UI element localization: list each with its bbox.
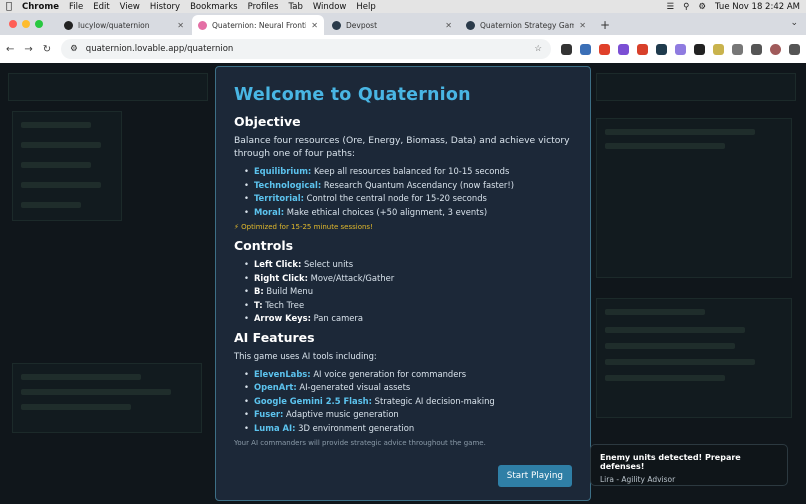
tab-title: Quaternion: Neural Frontier | — [212, 20, 307, 30]
close-tab-icon[interactable]: ✕ — [311, 21, 318, 30]
avatar[interactable] — [770, 43, 781, 55]
menu-edit[interactable]: Edit — [93, 2, 109, 12]
list-item: B: Build Menu — [244, 285, 572, 299]
window-controls — [9, 20, 43, 28]
list-item: Equilibrium: Keep all resources balanced… — [244, 165, 572, 179]
tab-quaternion-game[interactable]: Quaternion: Neural Frontier | ✕ — [192, 15, 324, 35]
background-advisor-panel — [12, 363, 202, 433]
extension-icon[interactable] — [637, 43, 648, 55]
list-item: ElevenLabs: AI voice generation for comm… — [244, 368, 572, 382]
extensions-area — [561, 43, 800, 55]
ai-features-heading: AI Features — [234, 329, 315, 345]
ai-tools-list: ElevenLabs: AI voice generation for comm… — [234, 368, 572, 436]
menu-profiles[interactable]: Profiles — [248, 2, 279, 12]
optimized-note: ⚡ Optimized for 15-25 minute sessions! — [234, 223, 373, 231]
toast-message: Enemy units detected! Prepare defenses! — [600, 453, 741, 471]
toast-sender: Lira - Agility Advisor — [600, 475, 676, 484]
list-item: OpenArt: AI-generated visual assets — [244, 381, 572, 395]
menu-help[interactable]: Help — [356, 2, 375, 12]
close-tab-icon[interactable]: ✕ — [579, 21, 586, 30]
extension-icon[interactable] — [656, 43, 667, 55]
forward-icon[interactable]: → — [24, 44, 32, 55]
tab-search-icon[interactable]: ⌄ — [790, 18, 798, 28]
extension-icon[interactable] — [599, 43, 610, 55]
tab-github[interactable]: lucylow/quaternion ✕ — [58, 15, 190, 35]
close-window-button[interactable] — [9, 20, 17, 28]
macos-menu-bar:  Chrome File Edit View History Bookmark… — [0, 0, 806, 13]
controls-heading: Controls — [234, 238, 294, 253]
tab-title: lucylow/quaternion — [78, 20, 150, 30]
modal-title: Welcome to Quaternion — [234, 85, 471, 105]
objective-heading: Objective — [234, 114, 301, 129]
site-info-icon[interactable]: ⚙ — [70, 44, 78, 54]
clock[interactable]: Tue Nov 18 2:42 AM — [715, 2, 800, 12]
search-icon[interactable]: ⚲ — [683, 2, 689, 12]
close-tab-icon[interactable]: ✕ — [177, 21, 184, 30]
menu-view[interactable]: View — [120, 2, 140, 12]
app-menu-name[interactable]: Chrome — [22, 2, 59, 12]
tab-title: Quaternion Strategy Game | D — [480, 20, 575, 30]
lovable-icon — [198, 20, 207, 30]
browser-chrome: lucylow/quaternion ✕ Quaternion: Neural … — [0, 13, 806, 63]
extension-icon[interactable] — [694, 43, 705, 55]
zoom-window-button[interactable] — [35, 20, 43, 28]
puzzle-icon[interactable] — [732, 43, 743, 55]
ai-intro-text: This game uses AI tools including: — [234, 350, 377, 361]
devpost-icon — [466, 20, 475, 30]
address-bar[interactable]: ⚙ quaternion.lovable.app/quaternion ☆ — [61, 39, 551, 59]
start-playing-button[interactable]: Start Playing — [497, 465, 572, 487]
tab-devpost[interactable]: Devpost ✕ — [326, 15, 458, 35]
list-item: Left Click: Select units — [244, 258, 572, 272]
bookmark-star-icon[interactable]: ☆ — [534, 44, 542, 54]
extension-icon[interactable] — [618, 43, 629, 55]
list-item: Right Click: Move/Attack/Gather — [244, 272, 572, 286]
devpost-icon — [332, 20, 341, 30]
extension-icon[interactable] — [713, 43, 724, 55]
apple-icon[interactable]:  — [6, 1, 12, 12]
list-item: Territorial: Control the central node fo… — [244, 192, 572, 206]
menu-kebab-icon[interactable] — [789, 43, 800, 55]
list-item: Fuser: Adaptive music generation — [244, 408, 572, 422]
reload-icon[interactable]: ↻ — [43, 44, 51, 55]
url-text[interactable]: quaternion.lovable.app/quaternion — [86, 44, 234, 54]
ai-footer-text: Your AI commanders will provide strategi… — [234, 439, 486, 447]
control-center-icon[interactable]: ⚙ — [698, 2, 706, 12]
game-viewport: Welcome to Quaternion Objective Balance … — [0, 63, 806, 504]
toolbar: ← → ↻ ⚙ quaternion.lovable.app/quaternio… — [0, 35, 806, 63]
welcome-modal: Welcome to Quaternion Objective Balance … — [215, 66, 591, 501]
menu-bookmarks[interactable]: Bookmarks — [190, 2, 238, 12]
background-stats-panel — [596, 73, 796, 101]
advisor-toast[interactable]: Enemy units detected! Prepare defenses! … — [590, 444, 788, 486]
list-item: T: Tech Tree — [244, 299, 572, 313]
list-item: Moral: Make ethical choices (+50 alignme… — [244, 206, 572, 220]
extension-icon[interactable] — [580, 43, 591, 55]
controls-list: Left Click: Select units Right Click: Mo… — [234, 258, 572, 326]
victory-paths-list: Equilibrium: Keep all resources balanced… — [234, 165, 572, 219]
list-item: Luma AI: 3D environment generation — [244, 422, 572, 436]
menu-file[interactable]: File — [69, 2, 83, 12]
objective-text: Balance four resources (Ore, Energy, Bio… — [234, 135, 570, 159]
list-item: Technological: Research Quantum Ascendan… — [244, 179, 572, 193]
tab-title: Devpost — [346, 20, 378, 30]
extension-icon[interactable] — [561, 43, 572, 55]
background-objective-panel — [596, 118, 792, 278]
wifi-icon[interactable]: ☰ — [667, 2, 675, 12]
menu-tab[interactable]: Tab — [288, 2, 302, 12]
tab-quaternion-devpost[interactable]: Quaternion Strategy Game | D ✕ — [460, 15, 592, 35]
background-header-panel — [8, 73, 208, 101]
tab-strip: lucylow/quaternion ✕ Quaternion: Neural … — [0, 13, 806, 35]
list-item: Arrow Keys: Pan camera — [244, 312, 572, 326]
list-item: Google Gemini 2.5 Flash: Strategic AI de… — [244, 395, 572, 409]
menu-window[interactable]: Window — [313, 2, 347, 12]
close-tab-icon[interactable]: ✕ — [445, 21, 452, 30]
download-icon[interactable] — [751, 43, 762, 55]
github-icon — [64, 20, 73, 30]
menu-history[interactable]: History — [150, 2, 180, 12]
background-resource-panel — [12, 111, 122, 221]
back-icon[interactable]: ← — [6, 44, 14, 55]
minimize-window-button[interactable] — [22, 20, 30, 28]
new-tab-button[interactable]: + — [594, 15, 616, 35]
background-log-panel — [596, 298, 792, 418]
extension-icon[interactable] — [675, 43, 686, 55]
